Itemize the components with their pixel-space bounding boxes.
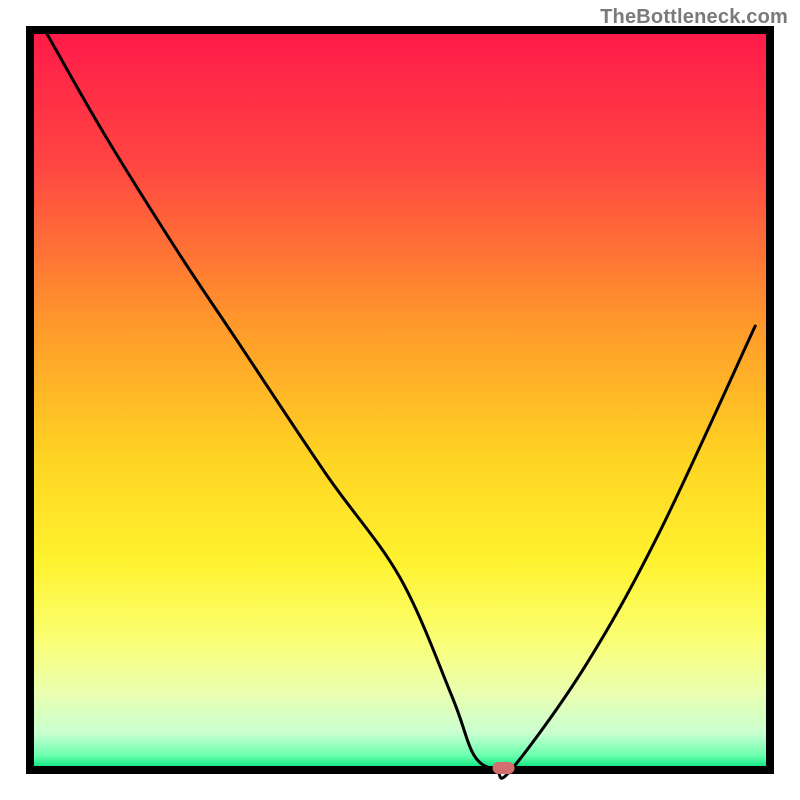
chart-container: TheBottleneck.com (0, 0, 800, 800)
watermark-text: TheBottleneck.com (600, 6, 788, 29)
bottleneck-chart (0, 0, 800, 800)
optimal-marker (493, 762, 515, 774)
gradient-background (34, 34, 766, 766)
plot-area (30, 30, 770, 778)
